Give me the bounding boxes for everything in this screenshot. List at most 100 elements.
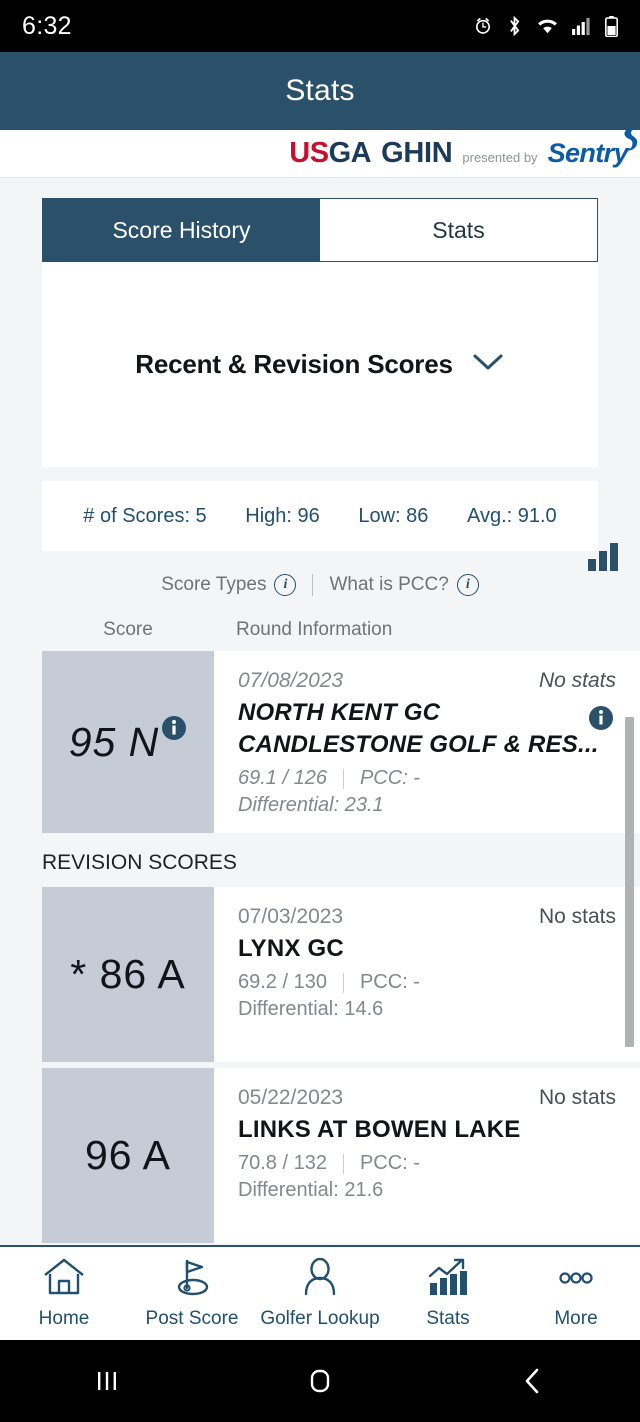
usga-ghin-logo: USGA GHIN presented by Sentry: [289, 128, 638, 170]
list-column-headers: Score Round Information: [0, 609, 640, 651]
status-icon-group: [473, 15, 618, 37]
back-button[interactable]: [427, 1364, 640, 1398]
wifi-icon: [536, 17, 559, 35]
bluetooth-icon: [506, 16, 523, 36]
table-row[interactable]: * 86 A 07/03/2023 No stats LYNX GC 69.2 …: [42, 887, 640, 1062]
home-button[interactable]: [213, 1364, 426, 1398]
column-header-round-information: Round Information: [236, 619, 393, 640]
ghin-wordmark: GHIN: [381, 137, 453, 169]
score-list: 95 N 07/08/2023 No stats NORTH KENT GC C…: [0, 651, 640, 1289]
round-stats-status: No stats: [538, 669, 616, 692]
score-box: * 86 A: [42, 887, 214, 1062]
round-rating-slope: 69.2 / 130: [238, 971, 327, 993]
info-links-divider: [312, 574, 314, 596]
round-differential: Differential: 14.6: [238, 998, 384, 1020]
round-date: 05/22/2023: [238, 1086, 344, 1109]
info-links-row: Score Types i What is PCC? i: [0, 543, 640, 609]
round-meta: 69.1 / 126 PCC: -: [238, 767, 616, 790]
summary-avg: Avg.: 91.0: [466, 504, 557, 527]
score-box: 96 A: [42, 1068, 214, 1243]
what-is-pcc-info-icon[interactable]: i: [456, 574, 479, 596]
sentry-swoosh-icon: [618, 126, 640, 157]
round-date: 07/08/2023: [238, 669, 344, 692]
score-types-info-icon[interactable]: i: [274, 574, 297, 596]
round-pcc: PCC: -: [359, 971, 420, 993]
page-title: Stats: [285, 74, 355, 107]
android-navigation-bar: [0, 1340, 640, 1422]
table-row[interactable]: 96 A 05/22/2023 No stats LINKS AT BOWEN …: [42, 1068, 640, 1243]
tab-bar: Score History Stats: [42, 198, 598, 262]
sentry-wordmark: Sentry: [547, 138, 629, 168]
home-icon: [41, 1257, 87, 1302]
nav-item-more[interactable]: More: [512, 1257, 640, 1330]
tab-stats[interactable]: Stats: [320, 199, 597, 261]
score-value: * 86 A: [70, 951, 186, 997]
round-meta: 69.2 / 130 PCC: -: [238, 971, 616, 994]
nav-item-home[interactable]: Home: [0, 1257, 128, 1330]
nav-item-post-score-label: Post Score: [145, 1308, 239, 1329]
recents-button[interactable]: [0, 1364, 213, 1398]
vertical-scrollbar[interactable]: [625, 717, 634, 1047]
nav-item-more-label: More: [554, 1308, 598, 1329]
cellular-signal-icon: [572, 17, 592, 35]
score-value: 95 N: [68, 718, 160, 765]
app-screen: 6:32 Stats USGA GHIN presented by Sentry…: [0, 0, 640, 1422]
what-is-pcc-link[interactable]: What is PCC? i: [329, 574, 479, 596]
round-information: 07/03/2023 No stats LYNX GC 69.2 / 130 P…: [214, 887, 640, 1062]
bar-chart-icon: [425, 1257, 471, 1302]
group-label-revision-scores: REVISION SCORES: [42, 839, 640, 887]
alarm-icon: [473, 16, 493, 36]
table-row[interactable]: 95 N 07/08/2023 No stats NORTH KENT GC C…: [42, 651, 640, 833]
nav-item-post-score[interactable]: Post Score: [128, 1257, 256, 1330]
score-box: 95 N: [42, 651, 214, 833]
what-is-pcc-label: What is PCC?: [329, 574, 449, 595]
nav-item-stats-label: Stats: [426, 1308, 470, 1329]
summary-low: Low: 86: [358, 504, 429, 527]
nav-item-golfer-lookup-label: Golfer Lookup: [260, 1308, 380, 1329]
recent-revision-scores-section[interactable]: Recent & Revision Scores: [42, 262, 598, 467]
status-time: 6:32: [22, 11, 72, 40]
nav-item-home-label: Home: [38, 1308, 90, 1329]
round-stats-status: No stats: [538, 905, 616, 928]
score-types-label: Score Types: [161, 574, 267, 595]
round-info-icon[interactable]: [588, 705, 614, 736]
battery-icon: [605, 15, 618, 37]
round-meta-divider: [342, 1153, 344, 1174]
round-top-row: 07/08/2023 No stats: [238, 669, 616, 693]
app-title-bar: Stats: [0, 52, 640, 130]
score-value: 96 A: [84, 1132, 172, 1178]
score-summary-bar: # of Scores: 5 High: 96 Low: 86 Avg.: 91…: [42, 481, 598, 551]
round-stats-status: No stats: [538, 1086, 616, 1109]
round-rating-slope: 69.1 / 126: [238, 767, 327, 789]
score-info-icon[interactable]: [161, 715, 187, 741]
usga-us-text: US: [289, 137, 329, 169]
score-types-link[interactable]: Score Types i: [161, 574, 297, 596]
person-icon: [297, 1257, 343, 1302]
bar-chart-toggle-icon[interactable]: [586, 539, 620, 578]
round-differential: Differential: 21.6: [238, 1179, 384, 1201]
round-course-name: NORTH KENT GC: [238, 699, 441, 726]
round-course-name: LINKS AT BOWEN LAKE: [238, 1116, 521, 1143]
round-pcc: PCC: -: [359, 767, 420, 789]
chevron-down-icon[interactable]: [471, 351, 505, 378]
tab-score-history[interactable]: Score History: [43, 199, 320, 261]
nav-item-golfer-lookup[interactable]: Golfer Lookup: [256, 1257, 384, 1330]
round-information: 07/08/2023 No stats NORTH KENT GC CANDLE…: [214, 651, 640, 833]
ellipsis-icon: [553, 1257, 599, 1302]
round-meta: 70.8 / 132 PCC: -: [238, 1152, 616, 1175]
round-meta-divider: [342, 768, 344, 789]
sentry-logo: Sentry: [547, 128, 638, 169]
round-information: 05/22/2023 No stats LINKS AT BOWEN LAKE …: [214, 1068, 640, 1243]
round-top-row: 05/22/2023 No stats: [238, 1086, 616, 1110]
android-status-bar: 6:32: [0, 0, 640, 52]
nav-item-stats[interactable]: Stats: [384, 1257, 512, 1330]
round-rating-slope: 70.8 / 132: [238, 1152, 327, 1174]
summary-num-scores: # of Scores: 5: [83, 504, 207, 527]
usga-ga-text: GA: [328, 137, 372, 169]
round-pcc: PCC: -: [359, 1152, 420, 1174]
tab-stats-label: Stats: [432, 216, 485, 243]
golf-flag-icon: [169, 1257, 215, 1302]
usga-wordmark: USGA: [289, 137, 371, 170]
section-title: Recent & Revision Scores: [135, 349, 453, 379]
round-course-name: LYNX GC: [238, 935, 344, 962]
